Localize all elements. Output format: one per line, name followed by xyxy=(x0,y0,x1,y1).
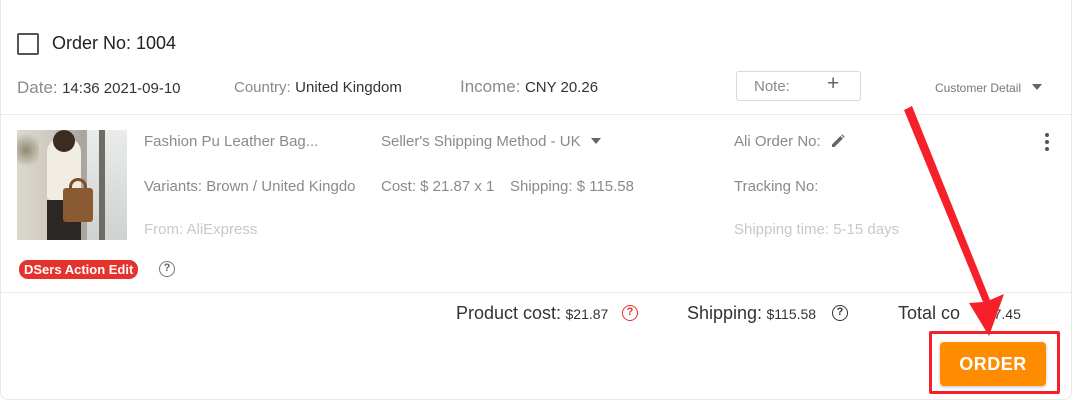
product-shipping: Shipping: $ 115.58 xyxy=(510,178,634,195)
ali-order-label: Ali Order No: xyxy=(734,133,821,150)
product-cost-help-icon[interactable]: ? xyxy=(622,305,638,321)
product-source: From: AliExpress xyxy=(144,221,258,238)
customer-detail-label: Customer Detail xyxy=(935,81,1022,95)
total-cost-label: Total co xyxy=(898,303,961,323)
shipping-time: Shipping time: 5-15 days xyxy=(734,221,900,238)
product-cost-label: Product cost: xyxy=(456,303,562,323)
order-income: Income: CNY 20.26 xyxy=(460,77,598,97)
total-cost-value: 137.45 xyxy=(978,306,1021,322)
dsers-action-edit-badge[interactable]: DSers Action Edit xyxy=(19,260,139,279)
chevron-down-icon xyxy=(591,138,602,144)
image-window-detail xyxy=(87,130,127,240)
shipping-total-label: Shipping: xyxy=(687,303,763,323)
product-cost-value: $21.87 xyxy=(565,306,609,322)
country-label: Country: xyxy=(234,79,291,96)
product-variants: Variants: Brown / United Kingdo xyxy=(144,178,356,195)
order-select-checkbox[interactable] xyxy=(17,33,39,55)
add-note-icon[interactable]: + xyxy=(827,72,839,96)
header-divider xyxy=(1,114,1073,115)
chevron-down-icon xyxy=(1032,84,1043,90)
ali-order-field: Ali Order No: xyxy=(734,133,845,153)
image-pillar-detail xyxy=(99,130,105,240)
scrollbar[interactable] xyxy=(1072,0,1085,400)
date-value: 14:36 2021-09-10 xyxy=(62,80,181,97)
shipping-method-select[interactable]: Seller's Shipping Method - UK xyxy=(381,133,602,151)
date-label: Date: xyxy=(17,78,58,97)
total-product-cost: Product cost: $21.87 xyxy=(456,303,608,324)
more-options-icon[interactable] xyxy=(1045,133,1051,154)
total-cost: Total co 137.45 xyxy=(898,303,1021,324)
shipping-total-value: $115.58 xyxy=(766,306,817,322)
order-country: Country: United Kingdom xyxy=(234,79,402,97)
income-value: CNY 20.26 xyxy=(524,79,599,96)
customer-detail-toggle[interactable]: Customer Detail xyxy=(935,81,1043,95)
shipping-help-icon[interactable]: ? xyxy=(832,305,848,321)
product-name-link[interactable]: Fashion Pu Leather Bag... xyxy=(144,133,318,150)
image-bag-detail xyxy=(63,188,93,222)
order-date: Date: 14:36 2021-09-10 xyxy=(17,78,181,98)
shipping-method-value: Seller's Shipping Method - UK xyxy=(381,133,581,150)
order-number-title: Order No: 1004 xyxy=(52,33,177,53)
note-field[interactable]: Note: + xyxy=(736,71,861,101)
edit-pencil-icon[interactable] xyxy=(831,134,845,153)
image-hair-detail xyxy=(53,130,75,152)
tracking-number-label: Tracking No: xyxy=(734,178,819,195)
totals-divider xyxy=(1,292,1073,293)
product-cost: Cost: $ 21.87 x 1 xyxy=(381,178,495,195)
order-card: Order No: 1004 Date: 14:36 2021-09-10 Co… xyxy=(0,0,1073,400)
note-label: Note: xyxy=(754,78,790,95)
product-image[interactable] xyxy=(17,130,127,240)
total-shipping: Shipping: $115.58 xyxy=(687,303,816,324)
help-icon[interactable]: ? xyxy=(159,261,175,277)
order-button[interactable]: ORDER xyxy=(940,342,1046,386)
income-label: Income: xyxy=(460,77,521,96)
image-plant-detail xyxy=(17,130,39,170)
country-value: United Kingdom xyxy=(295,79,402,96)
